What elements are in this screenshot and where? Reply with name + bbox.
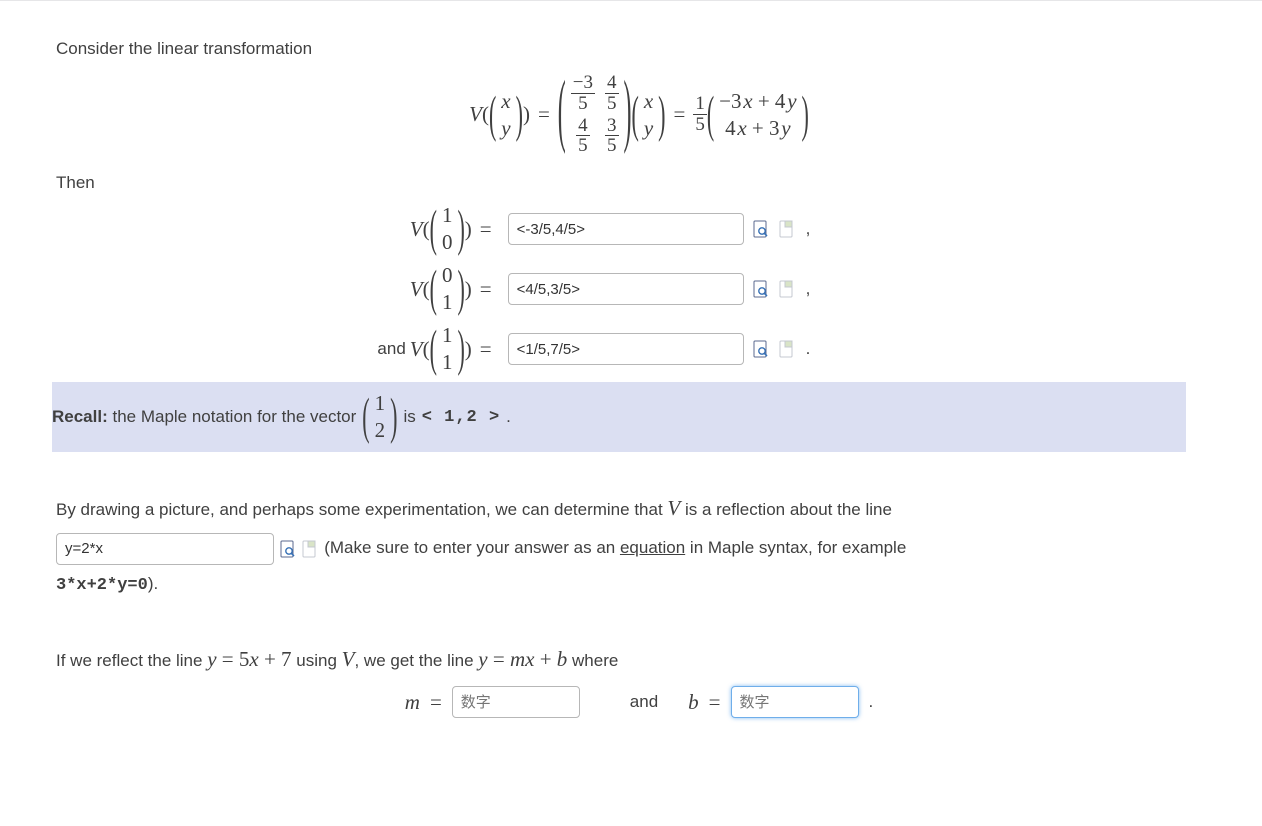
- answer-input-v10[interactable]: [508, 213, 744, 245]
- mb-input-line: m= and b = .: [56, 684, 1222, 721]
- punct: .: [806, 339, 811, 359]
- b-input[interactable]: [731, 686, 859, 718]
- answer-input-v01[interactable]: [508, 273, 744, 305]
- answer-row-v01: V( ( 01 ) ) = ,: [56, 262, 1222, 316]
- help-icon[interactable]: [778, 219, 796, 239]
- answer-row-v10: V( ( 10 ) ) = ,: [56, 202, 1222, 256]
- question-content: Consider the linear transformation V( ( …: [56, 37, 1222, 721]
- recall-code: < 1,2 >: [422, 408, 500, 427]
- recall-label: Recall:: [52, 407, 108, 426]
- answer-row-v11: and V( ( 11 ) ) = .: [56, 322, 1222, 376]
- preview-icon[interactable]: [279, 539, 297, 559]
- reflection-paragraph: By drawing a picture, and perhaps some e…: [56, 486, 1222, 603]
- m-input[interactable]: [452, 686, 580, 718]
- line-equation-input[interactable]: [56, 533, 274, 565]
- preview-icon[interactable]: [752, 279, 770, 299]
- help-icon[interactable]: [778, 279, 796, 299]
- page-body: Consider the linear transformation V( ( …: [0, 0, 1262, 795]
- transformation-definition: V( ( xy ) ) = ( −35 45 45 35 ): [56, 72, 1222, 158]
- help-icon[interactable]: [301, 539, 319, 559]
- recall-banner: Recall: the Maple notation for the vecto…: [52, 382, 1186, 452]
- preview-icon[interactable]: [752, 339, 770, 359]
- punct: ,: [806, 219, 811, 239]
- help-icon[interactable]: [778, 339, 796, 359]
- answer-input-v11[interactable]: [508, 333, 744, 365]
- punct: ,: [806, 279, 811, 299]
- preview-icon[interactable]: [752, 219, 770, 239]
- intro-text: Consider the linear transformation: [56, 37, 1222, 62]
- then-text: Then: [56, 171, 1222, 196]
- reflect-result-paragraph: If we reflect the line y = 5x + 7 using …: [56, 644, 1222, 674]
